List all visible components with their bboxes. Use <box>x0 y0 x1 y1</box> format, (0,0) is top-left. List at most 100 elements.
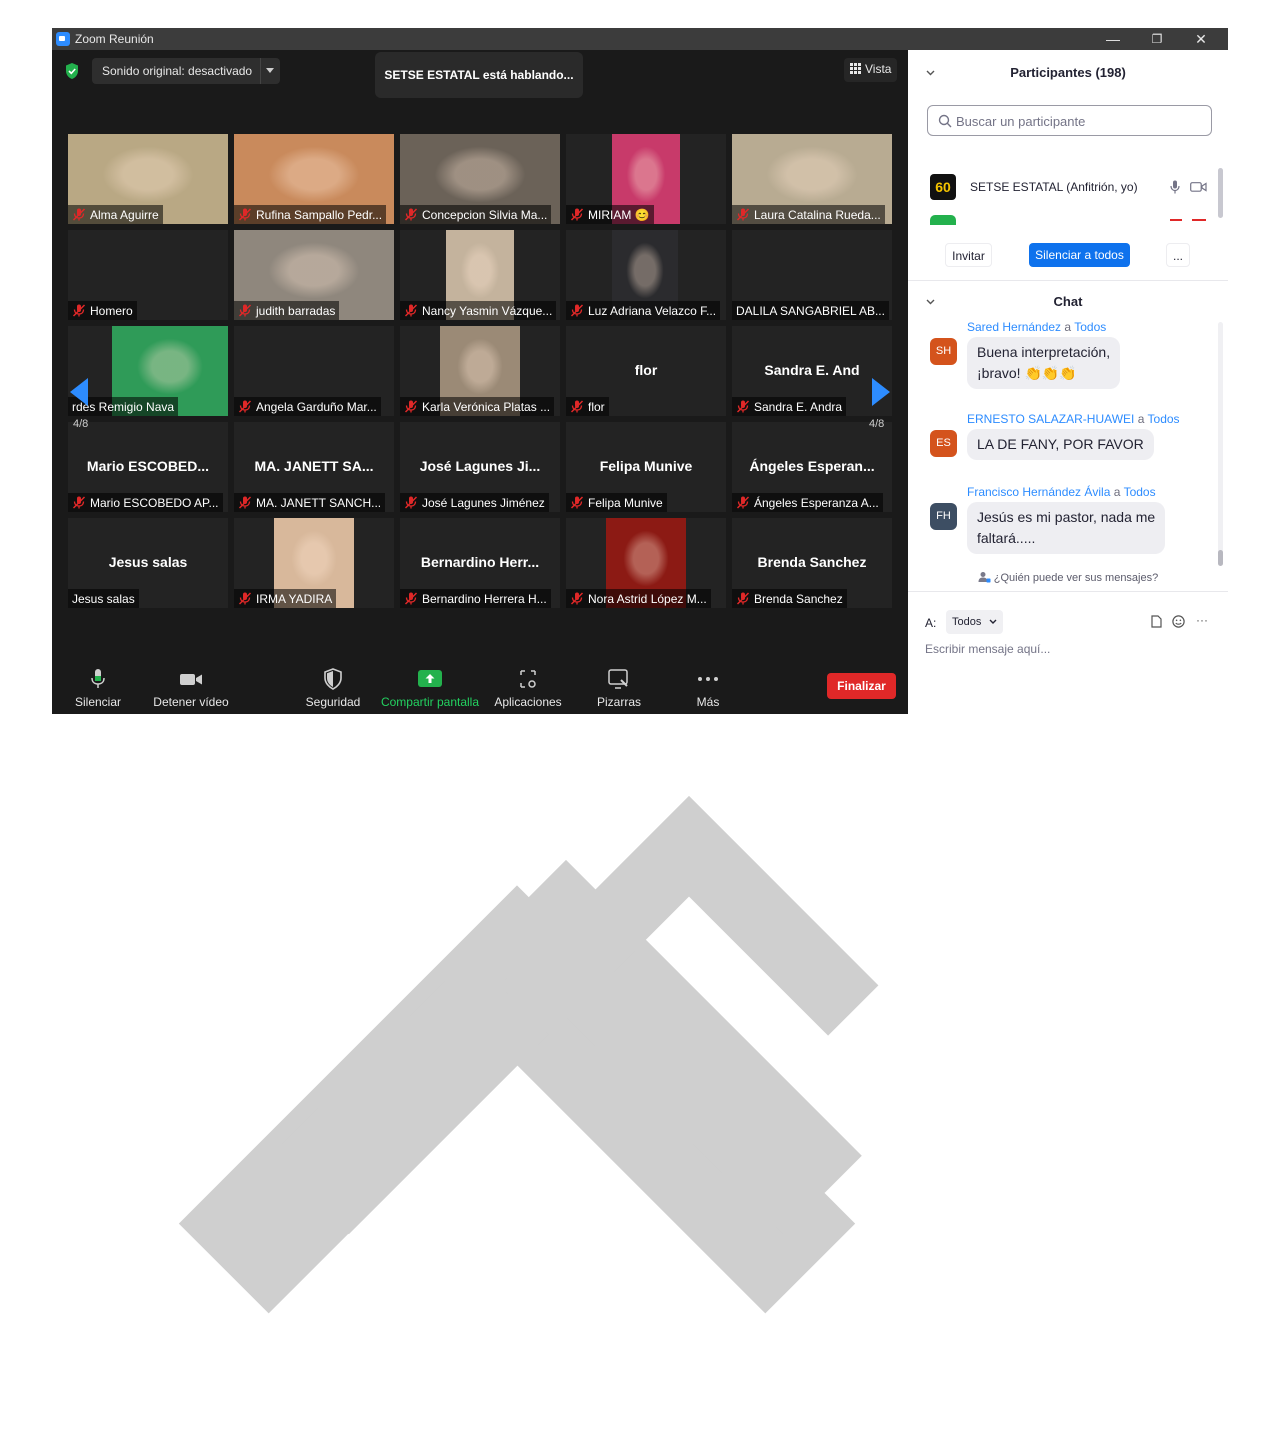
participant-tile[interactable]: Karla Verónica Platas ... <box>400 326 560 416</box>
chat-bubble[interactable]: LA DE FANY, POR FAVOR <box>967 429 1154 460</box>
participant-tile[interactable]: MA. JANETT SA... MA. JANETT SANCH... <box>234 422 394 512</box>
minimize-button[interactable]: — <box>1090 28 1136 50</box>
more-button[interactable]: Más <box>682 658 734 714</box>
video-camera-icon[interactable] <box>1190 181 1207 193</box>
original-sound-toggle[interactable]: Sonido original: desactivado <box>92 58 280 84</box>
meeting-toolbar: Silenciar Detener vídeo Seguridad Compar… <box>52 658 908 1314</box>
mute-button[interactable]: Silenciar <box>70 658 126 714</box>
share-screen-button[interactable]: Compartir pantalla <box>380 658 480 714</box>
participant-tile[interactable]: Mario ESCOBED... Mario ESCOBEDO AP... <box>68 422 228 512</box>
participant-name-label: Nancy Yasmin Vázque... <box>400 301 557 320</box>
participant-tile[interactable]: Jesus salas Jesus salas <box>68 518 228 608</box>
muted-microphone-icon <box>570 592 584 605</box>
chat-scrollbar-thumb[interactable] <box>1218 550 1223 566</box>
chevron-down-icon[interactable] <box>266 68 274 73</box>
participant-tile[interactable]: Luz Adriana Velazco F... <box>566 230 726 320</box>
who-can-see-link[interactable]: ¿Quién puede ver sus mensajes? <box>908 571 1228 584</box>
participants-scrollbar[interactable] <box>1218 168 1223 218</box>
whiteboard-icon <box>608 669 628 689</box>
participant-name: Luz Adriana Velazco F... <box>588 304 717 318</box>
participant-display-name: Brenda Sanchez <box>757 554 867 570</box>
stop-video-button[interactable]: Detener vídeo <box>150 658 232 714</box>
video-off-icon <box>1192 219 1206 225</box>
participant-tile[interactable]: rdes Remigio Nava <box>68 326 228 416</box>
file-icon[interactable] <box>1151 615 1162 628</box>
microphone-icon[interactable] <box>1170 180 1180 194</box>
participant-tile[interactable]: Ángeles Esperan... Ángeles Esperanza A... <box>732 422 892 512</box>
participant-name-label: Nora Astrid López M... <box>566 589 711 608</box>
chat-bubble[interactable]: Jesús es mi pastor, nada me faltará..... <box>967 502 1166 554</box>
mute-all-button[interactable]: Silenciar a todos <box>1029 243 1130 267</box>
chat-sender[interactable]: ERNESTO SALAZAR-HUAWEI <box>967 412 1134 426</box>
participant-tile[interactable]: Nora Astrid López M... <box>566 518 726 608</box>
view-button[interactable]: Vista <box>844 58 898 82</box>
participant-search-input[interactable]: Buscar un participante <box>927 105 1212 136</box>
zoom-app-icon <box>56 32 70 46</box>
chat-to-word: a <box>1113 485 1121 499</box>
host-avatar: 60 <box>930 174 956 200</box>
muted-microphone-icon <box>736 592 750 605</box>
section-divider <box>908 280 1228 281</box>
recipient-select[interactable]: Todos <box>946 610 1003 634</box>
close-button[interactable]: ✕ <box>1178 28 1224 50</box>
invite-button[interactable]: Invitar <box>945 243 992 267</box>
whiteboards-button[interactable]: Pizarras <box>588 658 650 714</box>
participant-tile[interactable]: Bernardino Herr... Bernardino Herrera H..… <box>400 518 560 608</box>
participant-tile[interactable]: Homero <box>68 230 228 320</box>
participant-tile[interactable]: Alma Aguirre <box>68 134 228 224</box>
participant-name-label: Brenda Sanchez <box>732 589 847 608</box>
participant-name: MIRIAM 😊 <box>588 208 650 222</box>
chat-more-button[interactable]: ··· <box>1196 613 1208 627</box>
participant-name-label: flor <box>566 397 609 416</box>
participant-row-host[interactable]: 60 SETSE ESTATAL (Anfitrión, yo) <box>928 174 1208 200</box>
participant-tile[interactable]: IRMA YADIRA <box>234 518 394 608</box>
chevron-up-icon[interactable] <box>470 682 908 1120</box>
chat-bubble[interactable]: Buena interpretación, ¡bravo! 👏👏👏 <box>967 337 1121 389</box>
host-name: SETSE ESTATAL (Anfitrión, yo) <box>970 180 1138 194</box>
apps-button[interactable]: Aplicaciones <box>492 658 564 714</box>
previous-page-arrow-icon[interactable] <box>70 378 88 406</box>
encryption-shield-icon[interactable] <box>64 62 80 80</box>
chat-recipient[interactable]: Todos <box>1148 412 1180 426</box>
chat-recipient[interactable]: Todos <box>1074 322 1106 334</box>
next-page-arrow-icon[interactable] <box>872 378 890 406</box>
participant-name-label: Ángeles Esperanza A... <box>732 493 883 512</box>
chat-sender[interactable]: Sared Hernández <box>967 322 1061 334</box>
participant-name: Ángeles Esperanza A... <box>754 496 879 510</box>
participant-tile[interactable]: Concepcion Silvia Ma... <box>400 134 560 224</box>
apps-label: Aplicaciones <box>494 695 562 709</box>
chat-compose-input[interactable]: Escribir mensaje aquí... <box>925 642 1050 656</box>
chevron-down-icon[interactable] <box>926 70 935 76</box>
people-lock-icon <box>978 572 991 583</box>
restore-button[interactable]: ❐ <box>1134 28 1180 50</box>
chat-recipient[interactable]: Todos <box>1124 485 1156 499</box>
chat-sender[interactable]: Francisco Hernández Ávila <box>967 485 1110 499</box>
participant-tile[interactable]: Felipa Munive Felipa Munive <box>566 422 726 512</box>
participant-tile[interactable]: MIRIAM 😊 <box>566 134 726 224</box>
participant-name: IRMA YADIRA <box>256 592 333 606</box>
participant-tile[interactable]: Brenda Sanchez Brenda Sanchez <box>732 518 892 608</box>
participant-tile[interactable]: judith barradas <box>234 230 394 320</box>
participant-tile[interactable]: Angela Garduño Mar... <box>234 326 394 416</box>
participant-name: Brenda Sanchez <box>754 592 843 606</box>
muted-microphone-icon <box>570 400 584 413</box>
participant-display-name: flor <box>634 362 658 378</box>
participant-tile[interactable]: flor flor <box>566 326 726 416</box>
emoji-icon[interactable] <box>1172 615 1185 628</box>
participant-tile[interactable]: Laura Catalina Rueda... <box>732 134 892 224</box>
participant-tile[interactable]: Rufina Sampallo Pedr... <box>234 134 394 224</box>
participant-name-label: Angela Garduño Mar... <box>234 397 381 416</box>
participant-tile[interactable]: DALILA SANGABRIEL AB... <box>732 230 892 320</box>
participant-tile[interactable]: Sandra E. And Sandra E. Andra <box>732 326 892 416</box>
participant-name-label: judith barradas <box>234 301 340 320</box>
chevron-down-icon[interactable] <box>926 299 935 305</box>
participant-display-name: MA. JANETT SA... <box>254 458 374 474</box>
chat-message-list: Sared Hernández a Todos SH Buena interpret… <box>908 322 1228 558</box>
participant-tile[interactable]: Nancy Yasmin Vázque... <box>400 230 560 320</box>
security-button[interactable]: Seguridad <box>302 658 364 714</box>
participants-more-button[interactable]: ... <box>1166 243 1190 267</box>
participant-tile[interactable]: José Lagunes Ji... José Lagunes Jiménez <box>400 422 560 512</box>
end-meeting-button[interactable]: Finalizar <box>827 673 896 699</box>
view-label: Vista <box>865 62 892 76</box>
chat-scrollbar-track[interactable] <box>1218 322 1223 558</box>
